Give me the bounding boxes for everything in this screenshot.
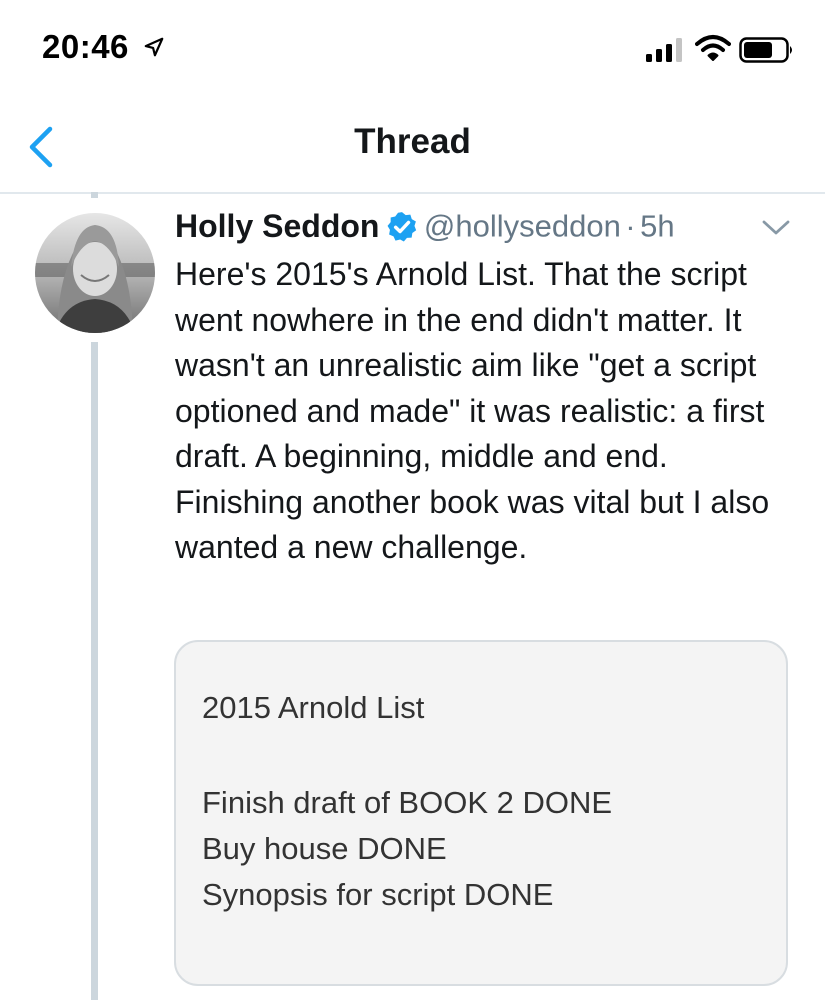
thread-connector-line [91, 342, 98, 1000]
wifi-icon [695, 35, 731, 61]
location-arrow-icon [144, 37, 164, 57]
note-line: Synopsis for script DONE [202, 877, 554, 912]
signal-icon [646, 38, 682, 62]
note-title: 2015 Arnold List [202, 690, 425, 725]
status-bar: 20:46 [0, 0, 825, 100]
author-handle[interactable]: @hollyseddon [424, 209, 621, 244]
note-list: Finish draft of BOOK 2 DONE Buy house DO… [202, 780, 612, 918]
chevron-down-icon[interactable] [761, 218, 791, 238]
tweet-media-image[interactable]: 2015 Arnold List Finish draft of BOOK 2 … [174, 640, 788, 986]
verified-badge-icon [388, 211, 417, 241]
author-name[interactable]: Holly Seddon [175, 208, 379, 244]
battery-icon [739, 37, 792, 63]
note-line: Finish draft of BOOK 2 DONE [202, 785, 613, 820]
tweet-timestamp[interactable]: 5h [640, 209, 674, 244]
tweet-header: Holly Seddon @hollyseddon · 5h [175, 208, 805, 252]
note-line: Buy house DONE [202, 831, 447, 866]
status-time: 20:46 [42, 28, 129, 65]
separator-dot: · [625, 208, 636, 244]
tweet-text: Here's 2015's Arnold List. That the scri… [175, 256, 770, 565]
nav-bar: Thread [0, 100, 825, 194]
page-title: Thread [354, 122, 471, 161]
thread-connector-line [91, 192, 98, 198]
avatar-photo [35, 213, 155, 333]
avatar[interactable] [35, 213, 155, 333]
